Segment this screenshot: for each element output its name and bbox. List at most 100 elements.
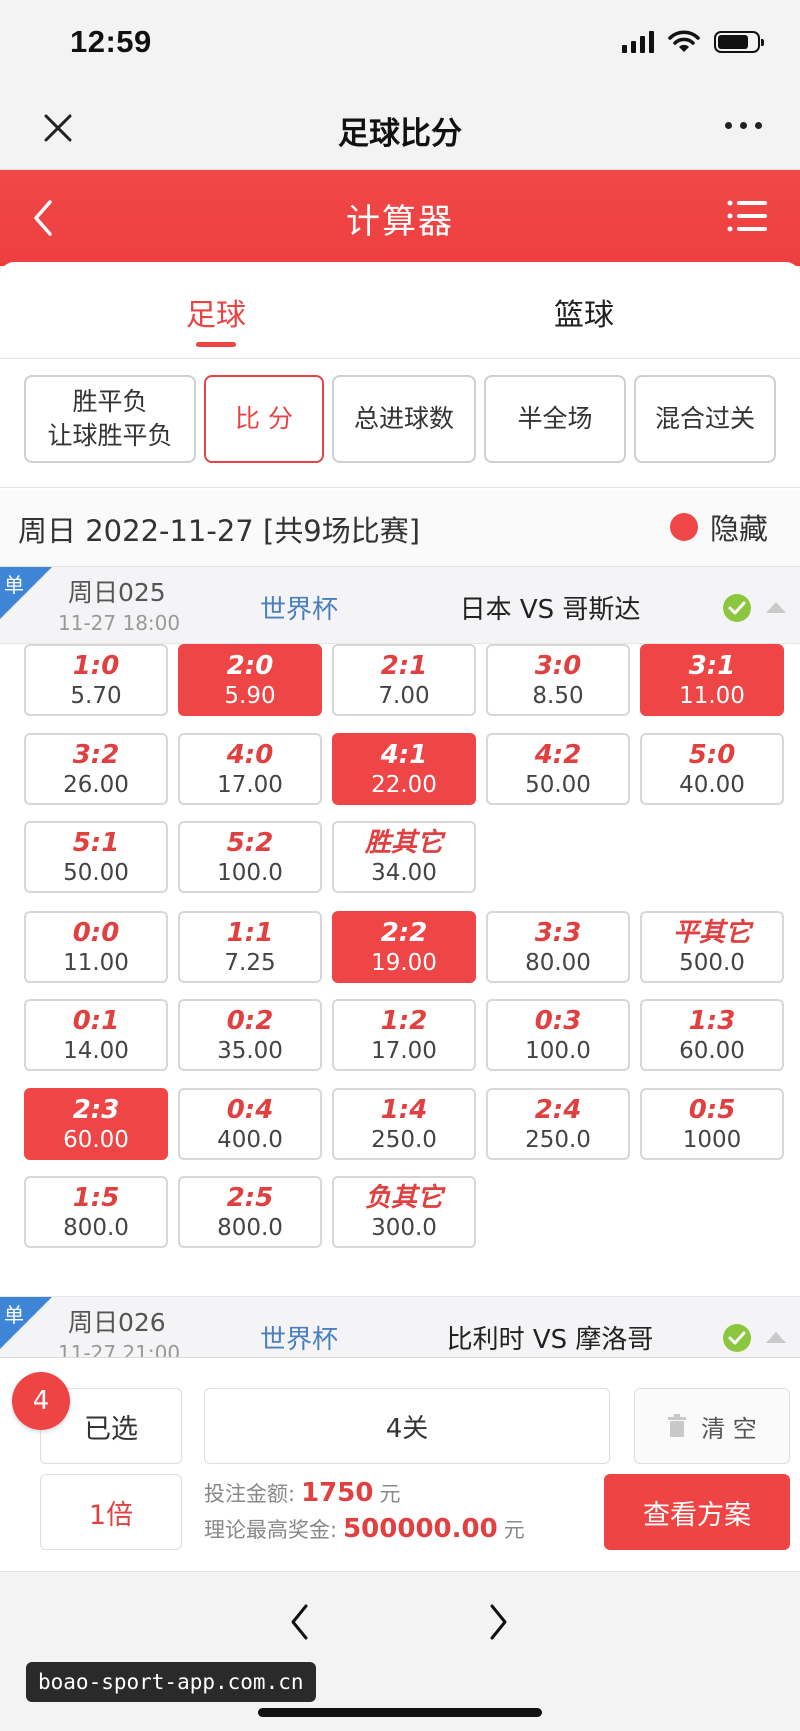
score-odds: 8.50 <box>532 682 584 709</box>
score-option[interactable]: 胜其它 34.00 <box>332 821 476 893</box>
clear-button[interactable]: 清 空 <box>634 1388 790 1464</box>
score-option[interactable]: 4:2 50.00 <box>486 733 630 805</box>
match-league: 世界杯 <box>260 1325 339 1355</box>
score-option[interactable]: 1:0 5.70 <box>24 644 168 716</box>
collapse-icon[interactable] <box>764 1329 788 1345</box>
multiplier-label: 1倍 <box>88 1499 134 1531</box>
menu-icon[interactable] <box>726 198 768 234</box>
hide-toggle[interactable]: 隐藏 <box>669 506 768 548</box>
score-odds: 7.00 <box>378 682 430 709</box>
signal-icon <box>622 31 654 53</box>
browser-bottom-bar: boao-sport-app.com.cn <box>0 1571 800 1731</box>
parlay-select[interactable]: 4关 <box>204 1388 610 1464</box>
score-label: 2:4 <box>534 1095 582 1125</box>
score-option[interactable]: 1:3 60.00 <box>640 999 784 1071</box>
score-label: 1:2 <box>380 1006 428 1036</box>
score-label: 3:0 <box>534 651 582 681</box>
score-option[interactable]: 2:0 5.90 <box>178 644 322 716</box>
multiplier-button[interactable]: 1倍 <box>40 1474 182 1550</box>
selection-count-badge: 4 <box>12 1372 70 1430</box>
collapse-icon[interactable] <box>764 599 788 615</box>
score-option[interactable]: 负其它 300.0 <box>332 1176 476 1248</box>
single-badge-label: 单 <box>4 1303 24 1327</box>
score-label: 4:2 <box>534 740 582 770</box>
score-option[interactable]: 5:2 100.0 <box>178 821 322 893</box>
stake-value: 1750 <box>301 1478 374 1508</box>
play-type-total-goals[interactable]: 总进球数 <box>332 375 476 463</box>
score-option[interactable]: 2:4 250.0 <box>486 1088 630 1160</box>
score-option[interactable]: 3:1 11.00 <box>640 644 784 716</box>
score-odds: 100.0 <box>525 1037 591 1064</box>
play-type-correct-score[interactable]: 比 分 <box>204 375 324 463</box>
score-odds: 5.70 <box>70 682 122 709</box>
check-icon <box>723 1324 751 1352</box>
watermark: boao-sport-app.com.cn <box>26 1662 316 1702</box>
score-option[interactable]: 5:1 50.00 <box>24 821 168 893</box>
play-type-label: 总进球数 <box>353 404 454 434</box>
page-title: 足球比分 <box>338 116 462 152</box>
score-label: 胜其它 <box>364 828 443 858</box>
score-odds: 14.00 <box>63 1037 129 1064</box>
score-option[interactable]: 3:0 8.50 <box>486 644 630 716</box>
score-label: 5:1 <box>72 828 120 858</box>
score-option[interactable]: 0:5 1000 <box>640 1088 784 1160</box>
score-odds: 500.0 <box>679 949 745 976</box>
score-label: 2:2 <box>380 918 428 948</box>
score-option[interactable]: 4:1 22.00 <box>332 733 476 805</box>
play-type-label: 混合过关 <box>654 404 755 434</box>
score-odds: 50.00 <box>525 771 591 798</box>
single-badge-label: 单 <box>4 573 24 597</box>
score-option[interactable]: 1:2 17.00 <box>332 999 476 1071</box>
score-option[interactable]: 1:4 250.0 <box>332 1088 476 1160</box>
score-option[interactable]: 1:5 800.0 <box>24 1176 168 1248</box>
chevron-left-icon[interactable] <box>288 1602 312 1642</box>
match-time: 11-27 18:00 <box>58 611 181 635</box>
max-prize: 理论最高奖金: 500000.00 元 <box>204 1514 525 1544</box>
match-code: 周日025 <box>68 578 166 607</box>
score-option[interactable]: 2:1 7.00 <box>332 644 476 716</box>
chevron-right-icon[interactable] <box>486 1602 510 1642</box>
score-option[interactable]: 2:5 800.0 <box>178 1176 322 1248</box>
score-odds: 800.0 <box>63 1214 129 1241</box>
tab-active-indicator <box>196 342 236 347</box>
score-option[interactable]: 5:0 40.00 <box>640 733 784 805</box>
match-date: 周日 2022-11-27 [共9场比赛] <box>18 514 421 548</box>
app-title: 计算器 <box>346 202 454 242</box>
max-prize-label: 理论最高奖金: <box>204 1518 338 1542</box>
score-option[interactable]: 0:2 35.00 <box>178 999 322 1071</box>
score-option[interactable]: 0:4 400.0 <box>178 1088 322 1160</box>
score-label: 4:1 <box>380 740 428 770</box>
date-row: 周日 2022-11-27 [共9场比赛] 隐藏 <box>0 490 800 566</box>
match-header[interactable]: 单 周日025 11-27 18:00 世界杯 日本 VS 哥斯达 <box>0 566 800 644</box>
play-type-half-full[interactable]: 半全场 <box>484 375 626 463</box>
browser-nav-bar: 足球比分 <box>0 86 800 170</box>
score-option[interactable]: 3:3 80.00 <box>486 911 630 983</box>
score-option[interactable]: 0:1 14.00 <box>24 999 168 1071</box>
score-label: 3:2 <box>72 740 120 770</box>
match-header[interactable]: 单 周日026 11-27 21:00 世界杯 比利时 VS 摩洛哥 <box>0 1296 800 1358</box>
play-type-bar: 胜平负 让球胜平负 比 分 总进球数 半全场 混合过关 <box>0 358 800 488</box>
score-option[interactable]: 1:1 7.25 <box>178 911 322 983</box>
score-option[interactable]: 2:2 19.00 <box>332 911 476 983</box>
match-league: 世界杯 <box>260 595 339 625</box>
tab-basketball[interactable]: 篮球 <box>484 290 684 334</box>
view-plan-button[interactable]: 查看方案 <box>604 1474 790 1550</box>
score-option[interactable]: 3:2 26.00 <box>24 733 168 805</box>
play-type-win-draw-lose[interactable]: 胜平负 让球胜平负 <box>24 375 196 463</box>
hide-label: 隐藏 <box>709 512 768 546</box>
score-label: 2:5 <box>226 1183 274 1213</box>
score-label: 5:2 <box>226 828 274 858</box>
stake-label: 投注金额: <box>204 1482 296 1506</box>
score-option[interactable]: 4:0 17.00 <box>178 733 322 805</box>
play-type-mixed-parlay[interactable]: 混合过关 <box>634 375 776 463</box>
score-option[interactable]: 0:0 11.00 <box>24 911 168 983</box>
score-option[interactable]: 0:3 100.0 <box>486 999 630 1071</box>
score-odds: 26.00 <box>63 771 129 798</box>
tab-football-label: 足球 <box>186 298 246 333</box>
score-odds: 11.00 <box>63 949 129 976</box>
tab-football[interactable]: 足球 <box>116 290 316 347</box>
score-option[interactable]: 平其它 500.0 <box>640 911 784 983</box>
score-option[interactable]: 2:3 60.00 <box>24 1088 168 1160</box>
more-icon[interactable] <box>725 122 762 129</box>
match-code: 周日026 <box>68 1308 166 1337</box>
